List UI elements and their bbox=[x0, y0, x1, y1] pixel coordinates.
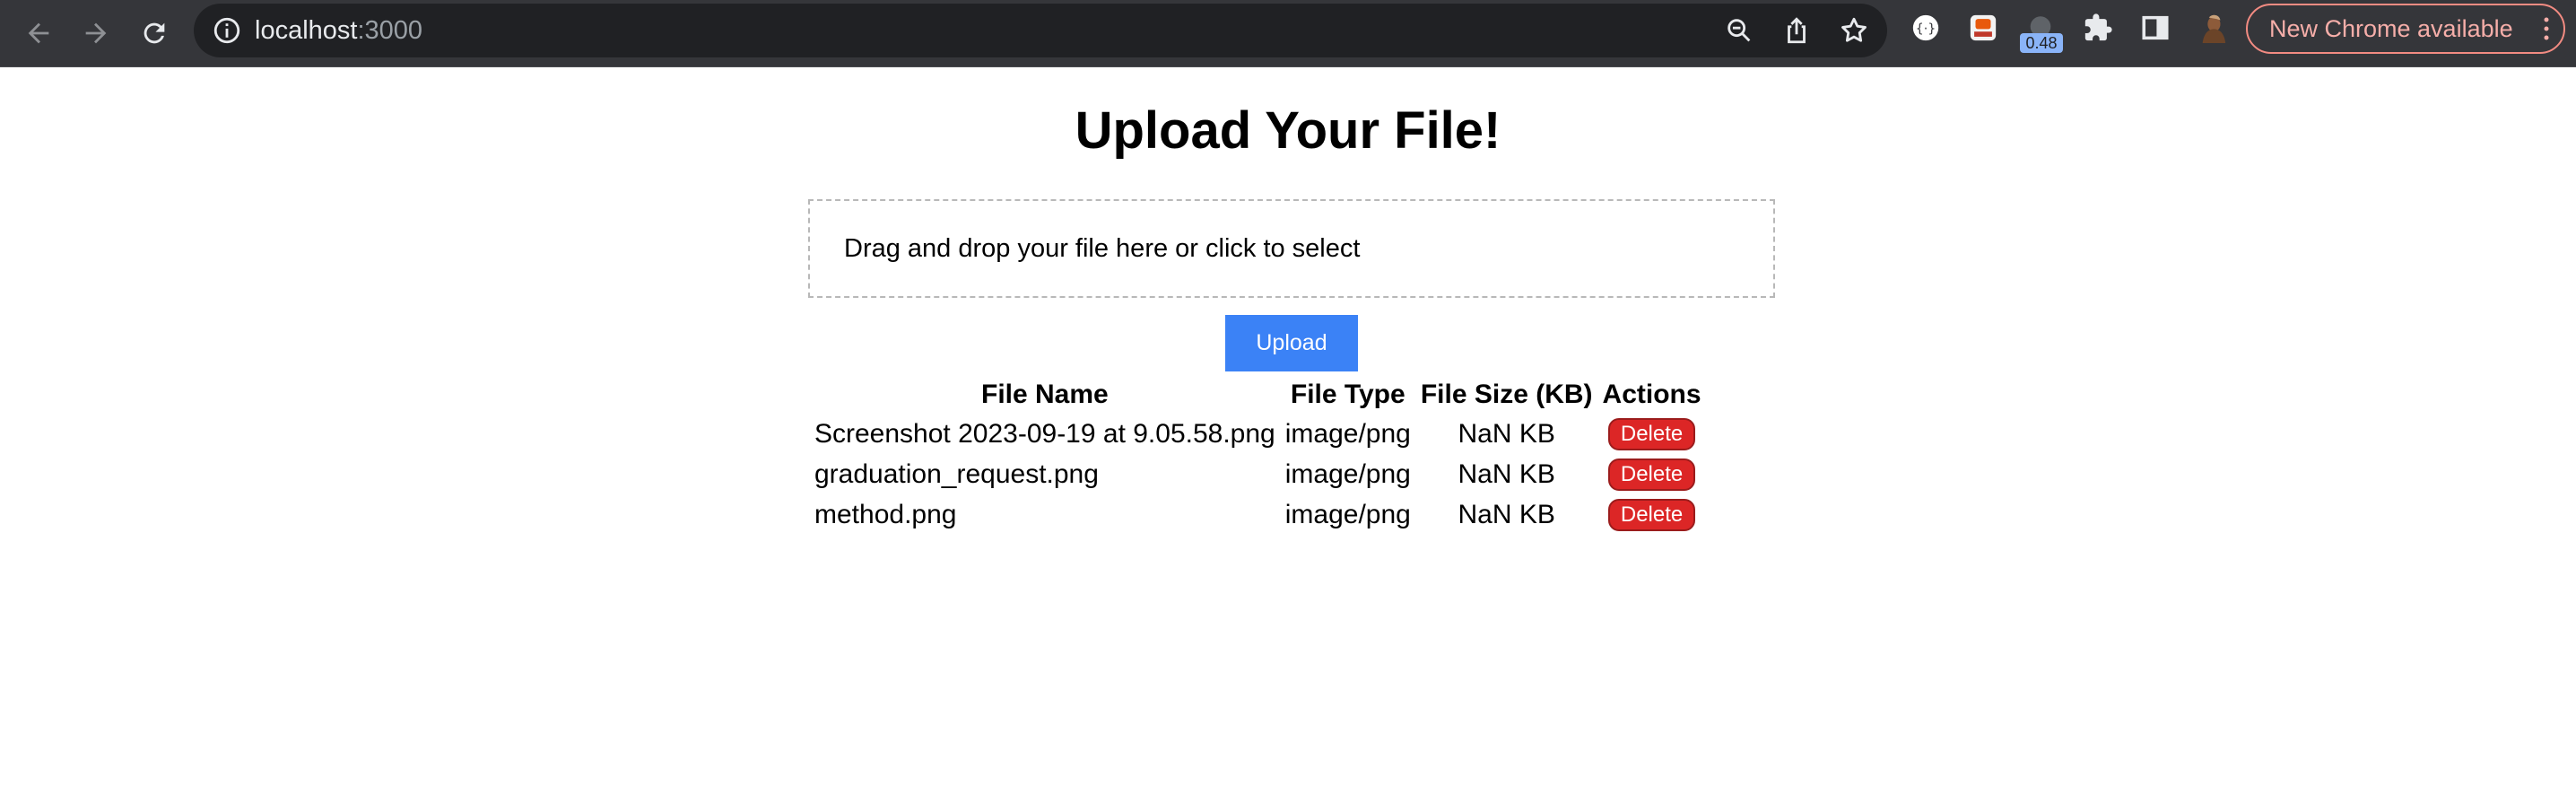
delete-button[interactable]: Delete bbox=[1607, 458, 1696, 491]
file-type-cell: image/png bbox=[1284, 458, 1411, 489]
zoom-icon[interactable] bbox=[1724, 15, 1754, 46]
header-file-size: File Size (KB) bbox=[1420, 380, 1593, 409]
table-row: method.png image/png NaN KB Delete bbox=[812, 495, 1704, 534]
address-bar[interactable]: localhost:3000 bbox=[194, 4, 1887, 57]
table-row: Screenshot 2023-09-19 at 9.05.58.png ima… bbox=[812, 415, 1704, 453]
bookmark-star-icon[interactable] bbox=[1839, 15, 1869, 46]
update-chrome-button[interactable]: New Chrome available bbox=[2246, 4, 2565, 54]
actions-cell: Delete bbox=[1600, 455, 1704, 493]
share-icon[interactable] bbox=[1781, 15, 1812, 46]
file-size-cell: NaN KB bbox=[1458, 499, 1555, 529]
file-name-cell: Screenshot 2023-09-19 at 9.05.58.png bbox=[814, 418, 1275, 449]
delete-button[interactable]: Delete bbox=[1607, 418, 1696, 450]
side-panel-icon[interactable] bbox=[2140, 13, 2171, 43]
files-table: File Name File Type File Size (KB) Actio… bbox=[807, 375, 1709, 536]
browser-toolbar: localhost:3000 {·} 0.48 New Chrome avail… bbox=[0, 0, 2576, 67]
file-size-cell: NaN KB bbox=[1458, 418, 1555, 449]
file-type-cell: image/png bbox=[1284, 499, 1411, 529]
table-header-row: File Name File Type File Size (KB) Actio… bbox=[812, 377, 1704, 413]
header-file-name: File Name bbox=[981, 380, 1109, 409]
extension-badge: 0.48 bbox=[2020, 33, 2063, 53]
file-dropzone[interactable]: Drag and drop your file here or click to… bbox=[808, 199, 1775, 298]
update-label: New Chrome available bbox=[2269, 15, 2513, 42]
header-actions: Actions bbox=[1602, 380, 1701, 409]
svg-text:{·}: {·} bbox=[1916, 22, 1936, 37]
actions-cell: Delete bbox=[1600, 495, 1704, 534]
upload-button[interactable]: Upload bbox=[1225, 315, 1358, 371]
extension-icon[interactable]: {·} bbox=[1910, 13, 1941, 43]
extension-icon[interactable] bbox=[1968, 13, 1998, 43]
forward-icon[interactable] bbox=[72, 9, 120, 57]
file-name-cell: graduation_request.png bbox=[814, 458, 1099, 489]
puzzle-icon[interactable] bbox=[2083, 13, 2113, 43]
page-title: Upload Your File! bbox=[1075, 101, 1501, 160]
file-type-cell: image/png bbox=[1284, 418, 1411, 449]
site-info-icon[interactable] bbox=[212, 15, 242, 46]
delete-button[interactable]: Delete bbox=[1607, 499, 1696, 531]
back-icon[interactable] bbox=[14, 9, 63, 57]
file-name-cell: method.png bbox=[814, 499, 957, 529]
profile-avatar[interactable] bbox=[2197, 13, 2228, 43]
file-size-cell: NaN KB bbox=[1458, 458, 1555, 489]
more-icon[interactable] bbox=[2542, 16, 2551, 41]
header-file-type: File Type bbox=[1290, 380, 1405, 409]
url-port: :3000 bbox=[357, 16, 423, 45]
url-host: localhost bbox=[255, 16, 358, 45]
reload-icon[interactable] bbox=[130, 9, 178, 57]
table-row: graduation_request.png image/png NaN KB … bbox=[812, 455, 1704, 493]
url-text: localhost:3000 bbox=[255, 4, 422, 57]
actions-cell: Delete bbox=[1600, 415, 1704, 453]
dropzone-text: Drag and drop your file here or click to… bbox=[844, 234, 1361, 263]
